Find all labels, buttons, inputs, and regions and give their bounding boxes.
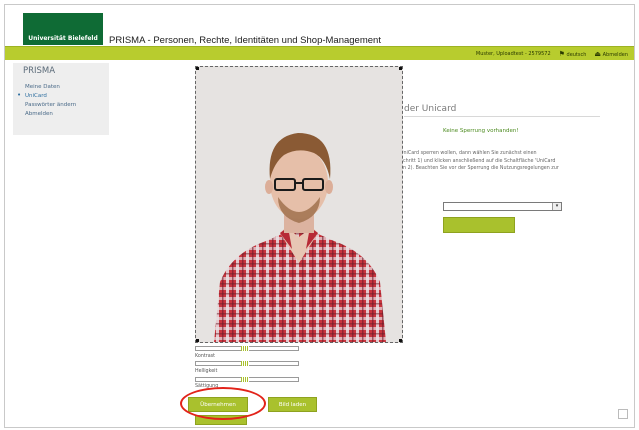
crop-handle[interactable] [399,67,402,70]
crop-handle[interactable] [399,339,402,342]
contrast-slider-track[interactable] [195,346,299,351]
sidebar-item-unicard[interactable]: UniCard [13,91,109,100]
block-status: Keine Sperrung vorhanden! [443,128,519,134]
logout-icon: ⏏ [594,49,602,58]
slider-handle[interactable] [241,377,249,382]
resize-corner-icon [618,409,628,419]
language-switch[interactable]: ⚑ deutsch [559,50,587,58]
red-highlight-annotation [180,387,266,420]
card-select-dropdown[interactable]: ▾ [443,202,562,211]
portrait-photo [196,67,402,342]
slider-handle[interactable] [241,346,249,351]
logout-label: Abmelden [602,51,628,58]
user-bar: Muster, Uploadtest - 2579572 ⚑ deutsch ⏏… [5,46,634,60]
university-logo[interactable]: Universität Bielefeld [23,13,103,45]
saturation-slider-track[interactable] [195,377,299,382]
brightness-label: Helligkeit [195,369,218,374]
language-icon: ⚑ [558,49,565,58]
sidebar-item-passwoerter[interactable]: Passwörter ändern [13,100,109,109]
crop-handle[interactable] [196,67,199,70]
logo-text: Universität Bielefeld [28,35,98,42]
info-line: Schritt 1) und klicken anschließend auf … [400,158,556,164]
logout-link[interactable]: ⏏ Abmelden [594,50,628,58]
upload-image-button[interactable]: Bild laden [268,397,317,412]
section-divider [404,116,600,117]
sidebar-title: PRISMA [23,66,56,76]
contrast-label: Kontrast [195,354,216,359]
chevron-down-icon: ▾ [552,203,561,210]
crop-handle[interactable] [196,339,199,342]
brightness-slider-track[interactable] [195,361,299,366]
slider-handle[interactable] [241,361,249,366]
unicard-section-title: der Unicard [404,104,457,114]
block-card-button[interactable] [443,217,515,233]
user-info: Muster, Uploadtest - 2579572 [475,50,551,57]
app-title: PRISMA - Personen, Rechte, Identitäten u… [109,35,381,46]
sidebar-item-meine-daten[interactable]: Meine Daten [13,82,109,91]
sidebar: PRISMA Meine Daten UniCard Passwörter än… [13,63,109,135]
unicard-info-text: UniCard sperren wollen, dann wählen Sie … [400,150,615,173]
info-line: UniCard sperren wollen, dann wählen Sie … [400,151,537,156]
sidebar-menu: Meine Daten UniCard Passwörter ändern Ab… [13,82,109,118]
photo-crop-area[interactable] [195,66,403,343]
sidebar-item-abmelden[interactable]: Abmelden [13,109,109,118]
browser-viewport: Universität Bielefeld PRISMA - Personen,… [4,4,635,428]
language-label: deutsch [566,51,587,58]
info-line: nn 2). Beachten Sie vor der Sperrung die… [400,166,559,171]
